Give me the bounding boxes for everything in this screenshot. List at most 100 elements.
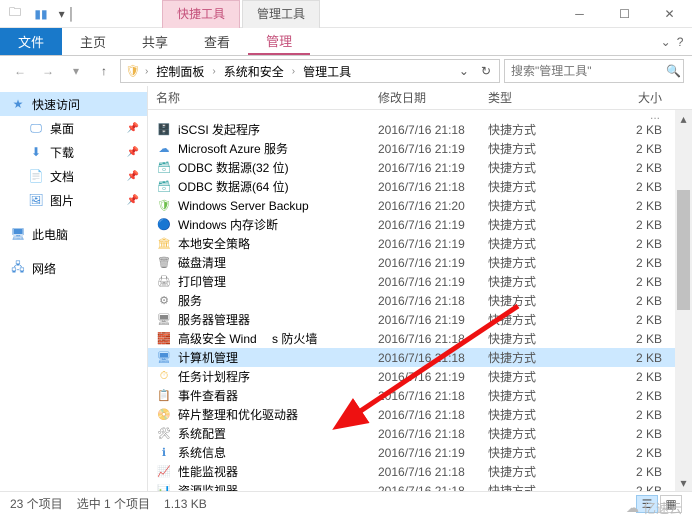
star-icon: ★ (10, 96, 26, 112)
file-row[interactable]: 🧱高级安全 Windows 防火墙 2016/7/16 21:18 快捷方式 2… (148, 329, 692, 348)
file-icon: 📋 (156, 388, 172, 404)
ribbon-tab-share[interactable]: 共享 (124, 28, 186, 55)
pin-icon[interactable]: ▮▮ (30, 3, 52, 25)
folder-icon[interactable]: 🗀 (4, 3, 26, 25)
file-type: 快捷方式 (488, 197, 588, 214)
search-input[interactable] (511, 64, 666, 78)
main-split: ★ 快速访问 🖵桌面📌⬇下载📌📄文档📌🖼图片📌 🖥 此电脑 🖧 网络 名称 修改… (0, 86, 692, 491)
file-name: 高级安全 Windows 防火墙 (178, 330, 317, 347)
file-row[interactable]: 🏛本地安全策略 2016/7/16 21:19 快捷方式 2 KB (148, 234, 692, 253)
scroll-down-button[interactable]: ▾ (675, 474, 692, 491)
file-row[interactable]: ⚙服务 2016/7/16 21:18 快捷方式 2 KB (148, 291, 692, 310)
minimize-button[interactable]: ─ (557, 0, 602, 28)
back-button[interactable]: ← (8, 59, 32, 83)
breadcrumb-item[interactable]: 控制面板 (152, 63, 208, 80)
refresh-button[interactable]: ↻ (477, 64, 495, 78)
download-icon: ⬇ (28, 144, 44, 160)
pin-icon: 📌 (127, 195, 139, 206)
file-row[interactable]: 📋事件查看器 2016/7/16 21:18 快捷方式 2 KB (148, 386, 692, 405)
file-row[interactable]: ☁Microsoft Azure 服务 2016/7/16 21:19 快捷方式… (148, 139, 692, 158)
chevron-right-icon[interactable]: › (210, 66, 217, 77)
pc-icon: 🖥 (10, 226, 26, 242)
file-row[interactable]: 📊资源监视器 2016/7/16 21:18 快捷方式 2 KB (148, 481, 692, 491)
file-row[interactable]: 🗃ODBC 数据源(32 位) 2016/7/16 21:19 快捷方式 2 K… (148, 158, 692, 177)
qat-dropdown-icon[interactable]: ▾ │ (56, 3, 78, 25)
column-date[interactable]: 修改日期 (378, 89, 488, 106)
file-type: 快捷方式 (488, 349, 588, 366)
column-size[interactable]: 大小 (588, 89, 692, 106)
file-row[interactable]: 🖥服务器管理器 2016/7/16 21:19 快捷方式 2 KB (148, 310, 692, 329)
forward-button[interactable]: → (36, 59, 60, 83)
file-date: 2016/7/16 21:18 (378, 332, 488, 346)
file-row[interactable]: 🛠系统配置 2016/7/16 21:18 快捷方式 2 KB (148, 424, 692, 443)
file-date: 2016/7/16 21:18 (378, 408, 488, 422)
sidebar-quick-item[interactable]: 🖼图片📌 (0, 188, 147, 212)
file-row[interactable]: 🗄️iSCSI 发起程序 2016/7/16 21:18 快捷方式 2 KB (148, 120, 692, 139)
vertical-scrollbar[interactable]: ▴ ▾ (675, 110, 692, 491)
file-type: 快捷方式 (488, 140, 588, 157)
sidebar-quick-item[interactable]: ⬇下载📌 (0, 140, 147, 164)
file-row[interactable]: ⏱任务计划程序 2016/7/16 21:19 快捷方式 2 KB (148, 367, 692, 386)
ribbon-tab-manage[interactable]: 管理 (248, 28, 310, 55)
file-name: 计算机管理 (178, 349, 238, 366)
file-row[interactable]: 📈性能监视器 2016/7/16 21:18 快捷方式 2 KB (148, 462, 692, 481)
ribbon-tab-home[interactable]: 主页 (62, 28, 124, 55)
file-name: 性能监视器 (178, 463, 238, 480)
maximize-button[interactable]: ☐ (602, 0, 647, 28)
file-date: 2016/7/16 21:19 (378, 161, 488, 175)
file-name: Windows 内存诊断 (178, 216, 278, 233)
context-tab-manage-tools[interactable]: 管理工具 (242, 0, 320, 28)
dropdown-icon[interactable]: ⌄ (453, 64, 475, 78)
scroll-thumb[interactable] (677, 190, 690, 310)
expand-ribbon-button[interactable]: ⌄ ? (652, 28, 692, 55)
search-box[interactable]: 🔍 (504, 59, 684, 83)
file-type: 快捷方式 (488, 463, 588, 480)
file-row[interactable]: 🛡Windows Server Backup 2016/7/16 21:20 快… (148, 196, 692, 215)
pin-icon: 📌 (127, 123, 139, 134)
status-bar: 23 个项目 选中 1 个项目 1.13 KB ☰ ▦ (0, 491, 692, 515)
search-icon[interactable]: 🔍 (666, 64, 681, 78)
sidebar-this-pc[interactable]: 🖥 此电脑 (0, 222, 147, 246)
ribbon-file-tab[interactable]: 文件 (0, 28, 62, 55)
file-row[interactable]: 🖥计算机管理 2016/7/16 21:18 快捷方式 2 KB (148, 348, 692, 367)
file-date: 2016/7/16 21:19 (378, 142, 488, 156)
chevron-right-icon[interactable]: › (290, 66, 297, 77)
breadcrumb[interactable]: 🛡 › 控制面板 › 系统和安全 › 管理工具 ⌄ ↻ (120, 59, 500, 83)
file-row[interactable]: 🔵Windows 内存诊断 2016/7/16 21:19 快捷方式 2 KB (148, 215, 692, 234)
column-type[interactable]: 类型 (488, 89, 588, 106)
file-row[interactable]: 📀碎片整理和优化驱动器 2016/7/16 21:18 快捷方式 2 KB (148, 405, 692, 424)
sidebar-item-label: 下载 (50, 144, 74, 161)
sidebar-quick-item[interactable]: 🖵桌面📌 (0, 116, 147, 140)
sidebar-quick-access[interactable]: ★ 快速访问 (0, 92, 147, 116)
recent-locations-button[interactable]: ▾ (64, 59, 88, 83)
file-type: 快捷方式 (488, 444, 588, 461)
file-icon: 🏛 (156, 236, 172, 252)
column-name[interactable]: 名称 (148, 89, 378, 106)
chevron-right-icon[interactable]: › (143, 66, 150, 77)
file-type: 快捷方式 (488, 406, 588, 423)
file-icon: 🗄️ (156, 122, 172, 138)
quick-access-toolbar: 🗀 ▮▮ ▾ │ (0, 3, 82, 25)
shield-icon: 🛡 (125, 63, 141, 79)
file-name: 系统信息 (178, 444, 226, 461)
file-icon: 🛡 (156, 198, 172, 214)
file-row[interactable]: 🖨打印管理 2016/7/16 21:19 快捷方式 2 KB (148, 272, 692, 291)
file-date: 2016/7/16 21:19 (378, 313, 488, 327)
breadcrumb-item[interactable]: 系统和安全 (220, 63, 288, 80)
ribbon-tab-view[interactable]: 查看 (186, 28, 248, 55)
up-button[interactable]: ↑ (92, 59, 116, 83)
sidebar-network[interactable]: 🖧 网络 (0, 256, 147, 280)
file-type: 快捷方式 (488, 121, 588, 138)
file-type: 快捷方式 (488, 292, 588, 309)
file-row[interactable]: 🗃ODBC 数据源(64 位) 2016/7/16 21:18 快捷方式 2 K… (148, 177, 692, 196)
scroll-up-button[interactable]: ▴ (675, 110, 692, 127)
file-row-truncated[interactable] (148, 110, 692, 120)
file-row[interactable]: ℹ系统信息 2016/7/16 21:19 快捷方式 2 KB (148, 443, 692, 462)
context-tab-shortcut-tools[interactable]: 快捷工具 (162, 0, 240, 28)
file-date: 2016/7/16 21:20 (378, 199, 488, 213)
file-row[interactable]: 🗑磁盘清理 2016/7/16 21:19 快捷方式 2 KB (148, 253, 692, 272)
sidebar-quick-item[interactable]: 📄文档📌 (0, 164, 147, 188)
breadcrumb-item[interactable]: 管理工具 (299, 63, 355, 80)
pin-icon: 📌 (127, 171, 139, 182)
close-button[interactable]: ✕ (647, 0, 692, 28)
